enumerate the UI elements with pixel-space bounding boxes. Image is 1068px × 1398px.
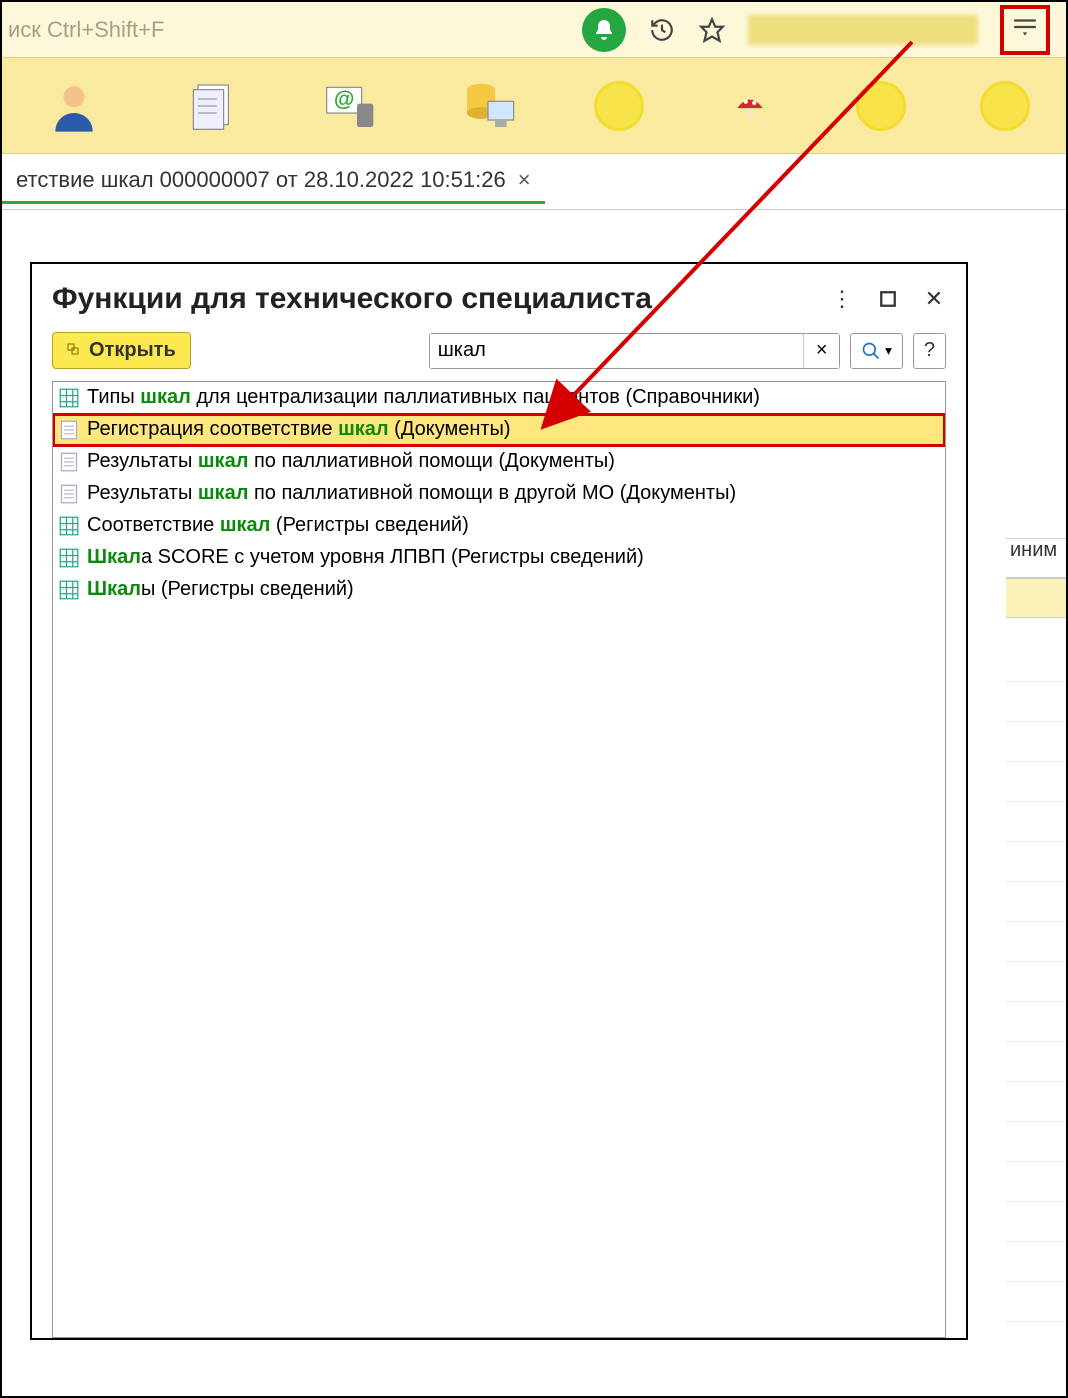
list-item[interactable]: Результаты шкал по паллиативной помощи в… xyxy=(53,478,945,510)
dialog-header: Функции для технического специалиста ⋮ ✕ xyxy=(32,264,966,328)
mushroom-icon[interactable] xyxy=(718,74,782,138)
list-item-text: Типы шкал для централизации паллиативных… xyxy=(87,386,760,409)
dialog-title: Функции для технического специалиста xyxy=(52,282,830,316)
svg-text:@: @ xyxy=(334,88,354,111)
open-button-label: Открыть xyxy=(89,339,176,362)
dialog-window-controls: ⋮ ✕ xyxy=(830,287,946,311)
background-column: иним xyxy=(1006,538,1066,618)
background-rows xyxy=(1006,642,1066,1322)
notifications-bell-icon[interactable] xyxy=(582,8,626,52)
bg-col-row xyxy=(1006,578,1066,618)
list-item-text: Результаты шкал по паллиативной помощи (… xyxy=(87,450,615,473)
search-box: × xyxy=(429,333,840,369)
history-icon[interactable] xyxy=(648,16,676,44)
help-button[interactable]: ? xyxy=(913,333,946,369)
clear-search-icon[interactable]: × xyxy=(803,334,839,368)
maximize-icon[interactable] xyxy=(876,287,900,311)
more-icon[interactable]: ⋮ xyxy=(830,287,854,311)
list-item-text: Результаты шкал по паллиативной помощи в… xyxy=(87,482,736,505)
list-item-text: Регистрация соответствие шкал (Документы… xyxy=(87,418,511,441)
list-item[interactable]: Результаты шкал по паллиативной помощи (… xyxy=(53,446,945,478)
tab-bar: етствие шкал 000000007 от 28.10.2022 10:… xyxy=(2,154,1066,210)
toolbar-circle-3[interactable] xyxy=(980,81,1030,131)
close-icon[interactable]: ✕ xyxy=(922,287,946,311)
list-item[interactable]: Соответствие шкал (Регистры сведений) xyxy=(53,510,945,542)
email-phone-icon[interactable]: @ xyxy=(318,74,382,138)
tab-title: етствие шкал 000000007 от 28.10.2022 10:… xyxy=(16,167,506,193)
top-bar: иск Ctrl+Shift+F xyxy=(2,2,1066,58)
list-item-text: Шкала SCORE с учетом уровня ЛПВП (Регист… xyxy=(87,546,644,569)
help-label: ? xyxy=(924,339,935,362)
list-item-text: Шкалы (Регистры сведений) xyxy=(87,578,354,601)
list-item-text: Соответствие шкал (Регистры сведений) xyxy=(87,514,469,537)
database-monitor-icon[interactable] xyxy=(456,74,520,138)
search-action-button[interactable]: ▾ xyxy=(850,333,903,369)
tech-functions-dialog: Функции для технического специалиста ⋮ ✕… xyxy=(30,262,968,1340)
list-item[interactable]: Регистрация соответствие шкал (Документы… xyxy=(53,414,945,446)
active-tab[interactable]: етствие шкал 000000007 от 28.10.2022 10:… xyxy=(2,159,545,204)
topbar-icons xyxy=(582,5,1066,55)
menu-button-highlighted[interactable] xyxy=(1000,5,1050,55)
hamburger-icon xyxy=(1012,17,1038,42)
documents-icon[interactable] xyxy=(180,74,244,138)
main-toolbar: @ xyxy=(2,58,1066,154)
bg-col-header: иним xyxy=(1006,538,1066,578)
toolbar-circle-1[interactable] xyxy=(594,81,644,131)
global-search-hint[interactable]: иск Ctrl+Shift+F xyxy=(2,17,582,43)
dialog-controls-row: Открыть × ▾ ? xyxy=(32,328,966,381)
list-item[interactable]: Шкалы (Регистры сведений) xyxy=(53,574,945,606)
results-list: Типы шкал для централизации паллиативных… xyxy=(52,381,946,1338)
open-button[interactable]: Открыть xyxy=(52,332,191,369)
close-tab-icon[interactable]: × xyxy=(518,167,531,193)
list-item[interactable]: Типы шкал для централизации паллиативных… xyxy=(53,382,945,414)
user-name-blurred xyxy=(748,15,978,45)
search-input[interactable] xyxy=(430,334,803,368)
chevron-down-icon: ▾ xyxy=(885,343,892,359)
toolbar-circle-2[interactable] xyxy=(856,81,906,131)
list-item[interactable]: Шкала SCORE с учетом уровня ЛПВП (Регист… xyxy=(53,542,945,574)
star-icon[interactable] xyxy=(698,16,726,44)
user-icon[interactable] xyxy=(42,74,106,138)
